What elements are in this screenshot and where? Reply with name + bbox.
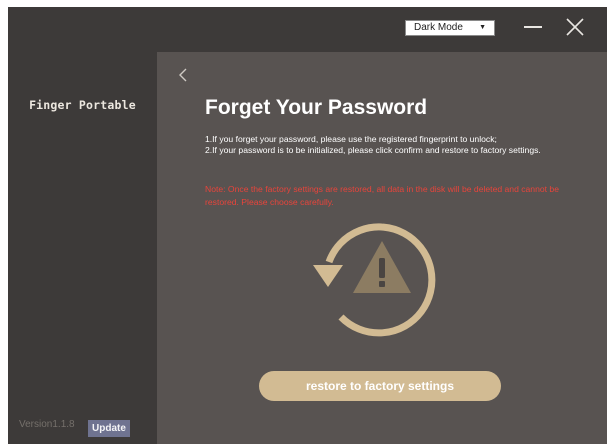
- restore-factory-button[interactable]: restore to factory settings: [259, 371, 501, 401]
- theme-mode-value: Dark Mode: [414, 22, 463, 33]
- restore-warning-icon: [313, 223, 436, 337]
- close-icon[interactable]: [566, 18, 584, 36]
- sidebar: Finger Portable: [8, 7, 157, 444]
- page-title: Forget Your Password: [205, 96, 428, 119]
- dropdown-triangle-icon: ▼: [479, 24, 486, 31]
- warning-note: Note: Once the factory settings are rest…: [205, 184, 559, 207]
- app-brand: Finger Portable: [29, 98, 136, 112]
- instructions: 1.If you forget your password, please us…: [205, 134, 575, 156]
- minimize-icon[interactable]: [524, 26, 542, 28]
- chevron-left-icon[interactable]: [177, 67, 189, 83]
- theme-mode-select[interactable]: Dark Mode ▼: [405, 20, 495, 36]
- app-window: Finger Portable Version1.1.8 Update Dark…: [0, 0, 609, 448]
- update-button[interactable]: Update: [88, 420, 130, 437]
- instruction-line: 1.If you forget your password, please us…: [205, 134, 497, 144]
- version-label: Version1.1.8: [19, 419, 75, 430]
- instruction-line: 2.If your password is to be initialized,…: [205, 145, 541, 155]
- title-bar: [157, 7, 607, 52]
